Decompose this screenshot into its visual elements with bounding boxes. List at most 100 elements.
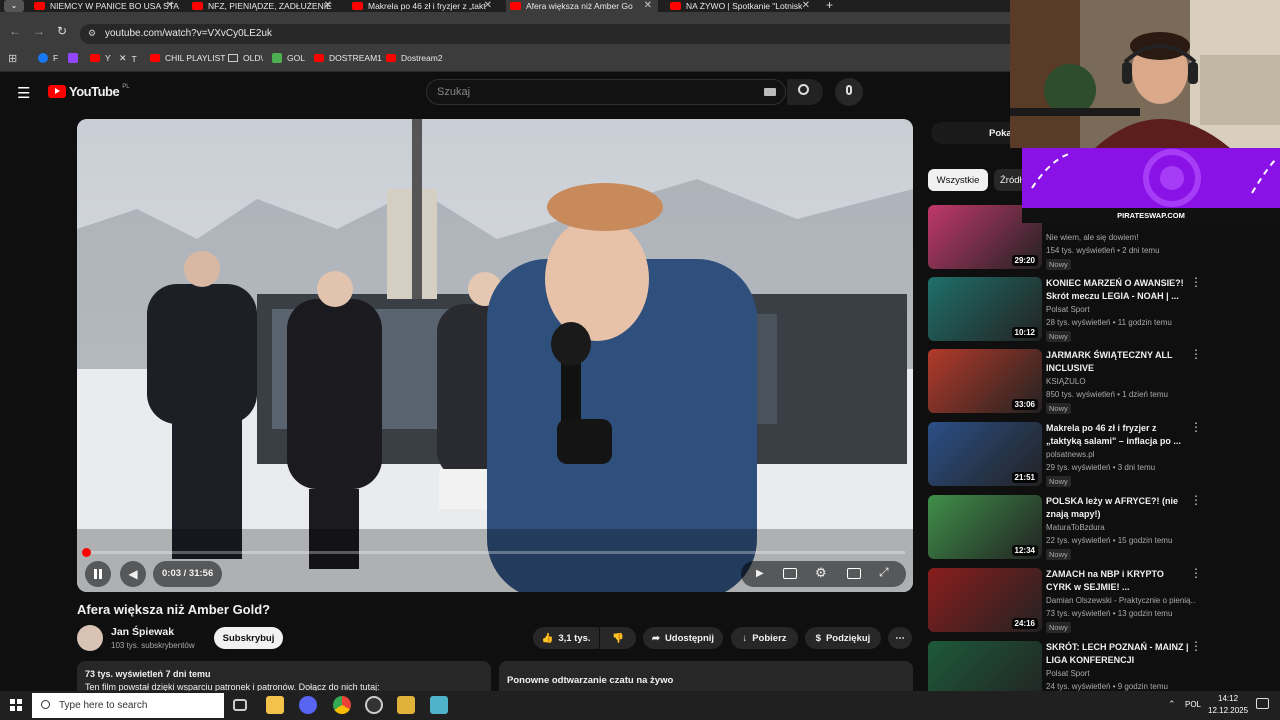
bookmark-f[interactable]: F <box>38 53 58 63</box>
volume-button[interactable]: ◀ <box>120 561 146 587</box>
close-tab-icon[interactable]: ✕ <box>324 0 332 12</box>
recommendation-channel[interactable]: Polsat Sport <box>1046 305 1196 314</box>
browser-tab[interactable]: NA ŻYWO | Spotkanie "Lotnisk ✕ <box>666 0 816 12</box>
close-tab-icon[interactable]: ✕ <box>484 0 492 12</box>
recommendation-title[interactable]: SKRÓT: LECH POZNAŃ - MAINZ | LIGA KONFER… <box>1046 641 1191 667</box>
bookmark-dostream2[interactable]: Dostream2 <box>386 53 443 63</box>
show-chat-button[interactable]: Poka <box>931 122 1021 144</box>
recommendation-channel[interactable]: polsatnews.pl <box>1046 450 1196 459</box>
tab-title: NA ŻYWO | Spotkanie "Lotnisk <box>686 1 803 11</box>
back-icon[interactable]: ← <box>9 24 21 38</box>
recommendation-item[interactable]: 10:12 KONIEC MARZEŃ O AWANSIE?! Skrót mec… <box>928 276 1202 343</box>
browser-tab-active[interactable]: Afera większa niż Amber Go ✕ <box>506 0 658 12</box>
more-options-icon[interactable]: ⋮ <box>1190 640 1202 652</box>
tab-list-button[interactable]: ⌄ <box>4 0 24 12</box>
tray-chevron-icon[interactable]: ⌃ <box>1168 699 1176 710</box>
recommendation-channel[interactable]: Nie wiem, ale się dowiem! <box>1046 233 1196 242</box>
recommendation-title[interactable]: POLSKA leży w AFRYCE?! (nie znają mapy!) <box>1046 495 1191 521</box>
file-explorer-icon[interactable] <box>266 696 284 714</box>
video-player[interactable]: ◀ 0:03 / 31:56 ▶ ⚙ ⤢ <box>77 119 913 592</box>
browser-tab[interactable]: Makrela po 46 zł i fryzjer z „takt ✕ <box>348 0 498 12</box>
recommendation-item[interactable]: 21:51 Makrela po 46 zł i fryzjer z „takty… <box>928 421 1202 488</box>
bookmark-old[interactable]: OLD\ <box>228 53 263 63</box>
search-input[interactable]: Szukaj <box>426 79 786 105</box>
task-view-icon[interactable] <box>233 699 247 711</box>
reload-icon[interactable]: ↻ <box>57 24 67 38</box>
site-info-icon[interactable]: ⚙ <box>88 28 96 39</box>
progress-track[interactable] <box>85 551 905 554</box>
recommendation-item[interactable]: 33:06 JARMARK ŚWIĄTECZNY ALL INCLUSIVE KSI… <box>928 348 1202 415</box>
channel-name[interactable]: Jan Śpiewak <box>111 626 174 638</box>
recommendation-title[interactable]: KONIEC MARZEŃ O AWANSIE?! Skrót meczu LE… <box>1046 277 1191 303</box>
more-options-icon[interactable]: ⋮ <box>1190 421 1202 433</box>
recommendation-item[interactable]: 24:16 ZAMACH na NBP i KRYPTO CYRK w SEJMI… <box>928 567 1202 634</box>
pause-button[interactable] <box>85 561 111 587</box>
menu-icon[interactable]: ☰ <box>17 84 30 102</box>
more-options-icon[interactable]: ⋮ <box>1190 348 1202 360</box>
chrome-icon[interactable] <box>333 696 351 714</box>
browser-tab[interactable]: NFZ, PIENIĄDZE, ZADŁUŻENIE ✕ <box>188 0 338 12</box>
channel-avatar[interactable] <box>77 625 103 651</box>
twitch-icon[interactable] <box>68 53 78 63</box>
like-button[interactable]: 👍 3,1 tys. <box>533 627 599 649</box>
dislike-button[interactable]: 👎 <box>600 627 636 649</box>
bookmark-y[interactable]: Y <box>90 53 111 63</box>
fullscreen-icon[interactable]: ⤢ <box>879 565 889 580</box>
app-icon-yellow[interactable] <box>397 696 415 714</box>
keyboard-icon[interactable] <box>764 88 776 96</box>
recommendation-channel[interactable]: Damian Olszewski - Praktycznie o pienią.… <box>1046 596 1196 605</box>
settings-icon[interactable]: ⚙ <box>815 565 827 581</box>
more-options-icon[interactable]: ⋮ <box>1190 567 1202 579</box>
video-thumbnail[interactable]: 21:51 <box>928 422 1042 486</box>
share-button[interactable]: ➦ Udostępnij <box>643 627 723 649</box>
close-tab-icon[interactable]: ✕ <box>644 0 652 12</box>
recommendation-channel[interactable]: KSIĄŻULO <box>1046 377 1196 386</box>
video-thumbnail[interactable]: 33:06 <box>928 349 1042 413</box>
taskbar-search[interactable]: Type here to search <box>32 693 224 718</box>
app-icon-teal[interactable] <box>430 696 448 714</box>
subtitles-icon[interactable] <box>783 568 797 579</box>
recommendation-title[interactable]: JARMARK ŚWIĄTECZNY ALL INCLUSIVE <box>1046 349 1191 375</box>
more-actions-button[interactable]: ⋯ <box>888 627 912 649</box>
recommendation-channel[interactable]: Polsat Sport <box>1046 669 1196 678</box>
video-thumbnail[interactable]: 12:34 <box>928 495 1042 559</box>
recommendation-channel[interactable]: MaturaToBzdura <box>1046 523 1196 532</box>
subscribe-button[interactable]: Subskrybuj <box>214 627 283 649</box>
bookmark-chil-playlist[interactable]: CHIL PLAYLIST <box>150 53 225 63</box>
progress-scrubber[interactable] <box>82 548 91 557</box>
close-tab-icon[interactable]: ✕ <box>166 0 174 12</box>
url-field[interactable]: youtube.com/watch?v=VXvCy0LE2uk <box>80 24 1040 44</box>
share-icon: ➦ <box>651 632 660 644</box>
thanks-button[interactable]: $ Podziękuj <box>805 627 881 649</box>
recommendation-title[interactable]: Makrela po 46 zł i fryzjer z „taktyką sa… <box>1046 422 1191 448</box>
video-thumbnail[interactable]: 10:12 <box>928 277 1042 341</box>
chip-all[interactable]: Wszystkie <box>928 169 988 191</box>
video-thumbnail[interactable]: 24:16 <box>928 568 1042 632</box>
voice-search-button[interactable] <box>835 78 863 106</box>
forward-icon[interactable]: → <box>33 24 45 38</box>
browser-tab[interactable]: NIEMCY W PANICE BO USA STA ✕ <box>30 0 180 12</box>
more-options-icon[interactable]: ⋮ <box>1190 494 1202 506</box>
thanks-icon: $ <box>815 632 821 644</box>
youtube-logo[interactable]: YouTube PL <box>48 84 130 99</box>
recommendation-title[interactable]: ZAMACH na NBP i KRYPTO CYRK w SEJMIE! ..… <box>1046 568 1191 594</box>
download-button[interactable]: ↓ Pobierz <box>731 627 798 649</box>
more-options-icon[interactable]: ⋮ <box>1190 276 1202 288</box>
clock-time[interactable]: 14:12 <box>1218 694 1238 703</box>
close-tab-icon[interactable]: ✕ <box>802 0 810 12</box>
notifications-icon[interactable] <box>1256 698 1269 709</box>
bookmark-gol[interactable]: GOL <box>272 53 305 63</box>
new-tab-button[interactable]: + <box>826 0 833 12</box>
search-button[interactable] <box>787 79 823 105</box>
clock-date[interactable]: 12.12.2025 <box>1208 706 1248 715</box>
app-icon-purple[interactable] <box>299 696 317 714</box>
autoplay-icon[interactable]: ▶ <box>756 568 764 579</box>
miniplayer-icon[interactable] <box>847 568 861 579</box>
recommendation-item[interactable]: 12:34 POLSKA leży w AFRYCE?! (nie znają m… <box>928 494 1202 561</box>
bookmark-t[interactable]: ✕ T <box>119 53 137 64</box>
app-icon-dark[interactable] <box>365 696 383 714</box>
windows-start-icon[interactable] <box>10 699 22 711</box>
apps-grid-icon[interactable]: ⊞ <box>8 52 17 65</box>
language-indicator[interactable]: POL <box>1185 700 1201 709</box>
bookmark-dostream1[interactable]: DOSTREAM1 <box>314 53 382 63</box>
